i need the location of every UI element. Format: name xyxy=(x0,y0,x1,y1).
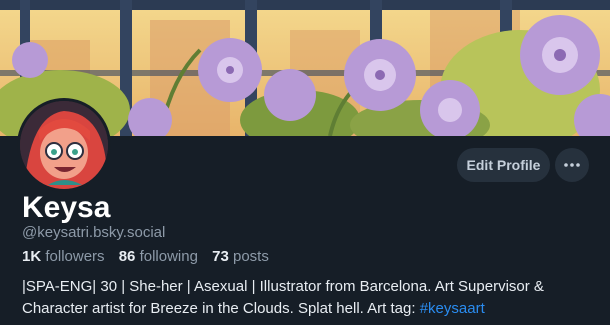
display-name: Keysa xyxy=(22,191,111,224)
followers-link[interactable]: 1K followers xyxy=(22,248,105,265)
avatar[interactable] xyxy=(17,98,111,192)
profile-page: Edit Profile Keysa @keysatri.bsky.social… xyxy=(0,0,610,325)
profile-bio: |SPA-ENG| 30 | She-her | Asexual | Illus… xyxy=(22,276,592,320)
profile-stats: 1K followers 86 following 73 posts xyxy=(22,248,279,266)
followers-label: followers xyxy=(45,248,105,265)
edit-profile-label: Edit Profile xyxy=(466,157,541,173)
followers-count: 1K xyxy=(22,248,42,265)
posts-label: posts xyxy=(232,248,269,265)
ellipsis-icon xyxy=(564,163,580,167)
following-link[interactable]: 86 following xyxy=(119,248,198,265)
more-options-button[interactable] xyxy=(555,148,589,182)
following-label: following xyxy=(139,248,198,265)
posts-count: 73 xyxy=(212,248,229,265)
art-tag-link[interactable]: #keysaart xyxy=(420,300,485,317)
posts-stat: 73 posts xyxy=(212,248,269,265)
edit-profile-button[interactable]: Edit Profile xyxy=(457,148,550,182)
profile-handle: @keysatri.bsky.social xyxy=(22,224,166,241)
following-count: 86 xyxy=(118,248,136,265)
